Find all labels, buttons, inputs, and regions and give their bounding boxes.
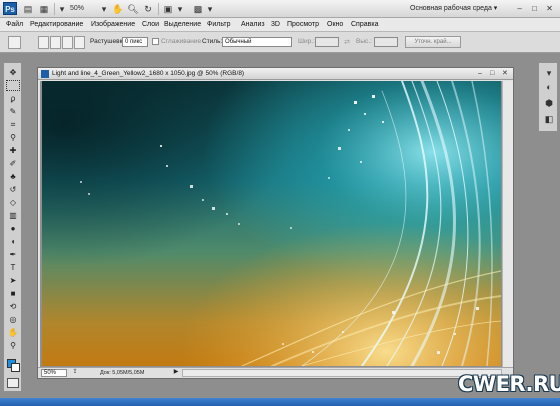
document-minimize-button[interactable]: – (478, 69, 482, 79)
crop-tool-icon[interactable]: ⌗ (6, 119, 20, 130)
document-close-button[interactable]: ✕ (502, 69, 508, 79)
photoshop-logo-icon: Ps (3, 2, 17, 15)
zoom-dropdown-arrow-icon[interactable]: ▾ (100, 3, 108, 15)
window-controls: – □ ✕ (513, 3, 556, 15)
minimize-button[interactable]: – (513, 3, 526, 14)
adjustments-panel-icon[interactable]: ◐ (543, 81, 555, 93)
os-taskbar (0, 398, 560, 406)
status-menu-arrow-icon[interactable]: ▶ (172, 368, 180, 377)
width-input[interactable] (315, 37, 339, 47)
clone-stamp-tool-icon[interactable]: ♣ (6, 171, 20, 182)
path-selection-tool-icon[interactable]: ➤ (6, 275, 20, 286)
zoom-tool-icon[interactable]: 🔍︎ (127, 3, 139, 15)
height-label: Выс.: (356, 38, 372, 45)
menu-view[interactable]: Просмотр (287, 18, 319, 32)
masks-panel-icon[interactable]: ⬢ (543, 97, 555, 109)
lasso-tool-icon[interactable]: ϼ (6, 93, 20, 104)
maximize-button[interactable]: □ (528, 3, 541, 14)
intersect-selection-icon[interactable] (74, 36, 85, 49)
shape-tool-icon[interactable]: ■ (6, 288, 20, 299)
3d-orbit-tool-icon[interactable]: ◎ (6, 314, 20, 325)
watermark-text: CWER.RU (458, 372, 560, 396)
close-button[interactable]: ✕ (543, 3, 556, 14)
refine-edge-button[interactable]: Уточн. край... (405, 36, 461, 48)
history-brush-tool-icon[interactable]: ↺ (6, 184, 20, 195)
menu-bar: Файл Редактирование Изображение Слои Выд… (0, 18, 560, 32)
collapsed-panels-dock: ▾ ◐ ⬢ ◧ (538, 62, 558, 132)
screen-mode-dropdown-arrow-icon[interactable]: ▾ (206, 3, 214, 15)
style-label: Стиль: (202, 38, 223, 45)
background-color-swatch[interactable] (11, 363, 20, 372)
feather-input[interactable]: 0 пикс (122, 37, 148, 47)
zoom-level-select[interactable]: 50% (70, 3, 100, 15)
arrange-documents-icon[interactable]: ▣ (162, 3, 174, 15)
layers-panel-icon[interactable]: ◧ (543, 113, 555, 125)
status-zoom-field[interactable]: 50% (41, 369, 67, 377)
dodge-tool-icon[interactable]: ◖ (6, 236, 20, 247)
menu-help[interactable]: Справка (351, 18, 378, 32)
marquee-preset-icon[interactable] (8, 36, 21, 49)
subtract-from-selection-icon[interactable] (62, 36, 73, 49)
document-tab[interactable]: Light and line_4_Green_Yellow2_1680 x 10… (38, 68, 513, 80)
zoom-tool-icon[interactable]: ⚲ (6, 340, 20, 351)
menu-3d[interactable]: 3D (271, 18, 280, 32)
menu-select[interactable]: Выделение (164, 18, 201, 32)
quick-mask-icon[interactable] (7, 378, 19, 388)
mini-bridge-icon[interactable]: ▦ (38, 3, 50, 15)
menu-image[interactable]: Изображение (91, 18, 135, 32)
hand-tool-icon[interactable]: ✋ (6, 327, 20, 338)
menu-edit[interactable]: Редактирование (30, 18, 83, 32)
move-tool-icon[interactable]: ✥ (6, 67, 20, 78)
hand-tool-icon[interactable]: ✋ (112, 3, 124, 15)
eyedropper-tool-icon[interactable]: ⚲ (6, 132, 20, 143)
gradient-tool-icon[interactable]: ▥ (6, 210, 20, 221)
healing-brush-tool-icon[interactable]: ✚ (6, 145, 20, 156)
document-status-bar: 50% ⇪ Док: 5,05M/5,05M ▶ (38, 367, 513, 378)
document-window: Light and line_4_Green_Yellow2_1680 x 10… (37, 67, 514, 379)
vertical-scrollbar[interactable] (502, 81, 513, 367)
swap-dimensions-icon[interactable]: ⇄ (342, 37, 352, 49)
abstract-light-image (42, 81, 501, 366)
options-bar: Растушевка: 0 пикс Сглаживание Стиль: Об… (0, 32, 560, 53)
pen-tool-icon[interactable]: ✒ (6, 249, 20, 260)
cwer-watermark-logo: CWER.RU (446, 370, 560, 400)
menu-analysis[interactable]: Анализ (241, 18, 265, 32)
height-input[interactable] (374, 37, 398, 47)
antialias-label: Сглаживание (161, 38, 202, 45)
new-selection-icon[interactable] (38, 36, 49, 49)
image-canvas[interactable] (42, 81, 501, 366)
menu-layers[interactable]: Слои (142, 18, 159, 32)
document-maximize-button[interactable]: □ (490, 69, 494, 79)
document-size-info: Док: 5,05M/5,05M (100, 370, 145, 376)
brush-tool-icon[interactable]: ✐ (6, 158, 20, 169)
type-tool-icon[interactable]: T (6, 262, 20, 273)
view-extras-icon[interactable]: ▾ (57, 3, 67, 15)
document-title: Light and line_4_Green_Yellow2_1680 x 10… (52, 70, 245, 77)
marquee-tool-icon[interactable] (6, 80, 20, 91)
menu-window[interactable]: Окно (327, 18, 343, 32)
bridge-icon[interactable]: ▤ (22, 3, 34, 15)
quick-selection-tool-icon[interactable]: ✎ (6, 106, 20, 117)
workspace-switcher[interactable]: Основная рабочая среда ▾ (410, 3, 502, 15)
canvas-area[interactable] (40, 81, 502, 367)
rotate-view-icon[interactable]: ↻ (142, 3, 154, 15)
add-to-selection-icon[interactable] (50, 36, 61, 49)
document-ps-icon (41, 70, 49, 78)
style-select[interactable]: Обычный (222, 37, 292, 47)
screen-mode-icon[interactable]: ▩ (192, 3, 204, 15)
antialias-checkbox[interactable] (152, 38, 159, 45)
tools-panel: ✥ ϼ ✎ ⌗ ⚲ ✚ ✐ ♣ ↺ ◇ ▥ ● ◖ ✒ T ➤ ■ ⟲ ◎ ✋ … (3, 62, 22, 392)
app-title-bar: Ps ▤ ▦ ▾ 50% ▾ ✋ 🔍︎ ↻ ▣ ▾ ▩ ▾ Основная р… (0, 0, 560, 18)
width-label: Шир.: (298, 38, 315, 45)
3d-rotate-tool-icon[interactable]: ⟲ (6, 301, 20, 312)
menu-filter[interactable]: Фильтр (207, 18, 231, 32)
blur-tool-icon[interactable]: ● (6, 223, 20, 234)
panel-menu-icon[interactable]: ▾ (543, 67, 555, 79)
arrange-dropdown-arrow-icon[interactable]: ▾ (176, 3, 184, 15)
eraser-tool-icon[interactable]: ◇ (6, 197, 20, 208)
status-export-icon[interactable]: ⇪ (70, 368, 80, 377)
menu-file[interactable]: Файл (6, 18, 23, 32)
